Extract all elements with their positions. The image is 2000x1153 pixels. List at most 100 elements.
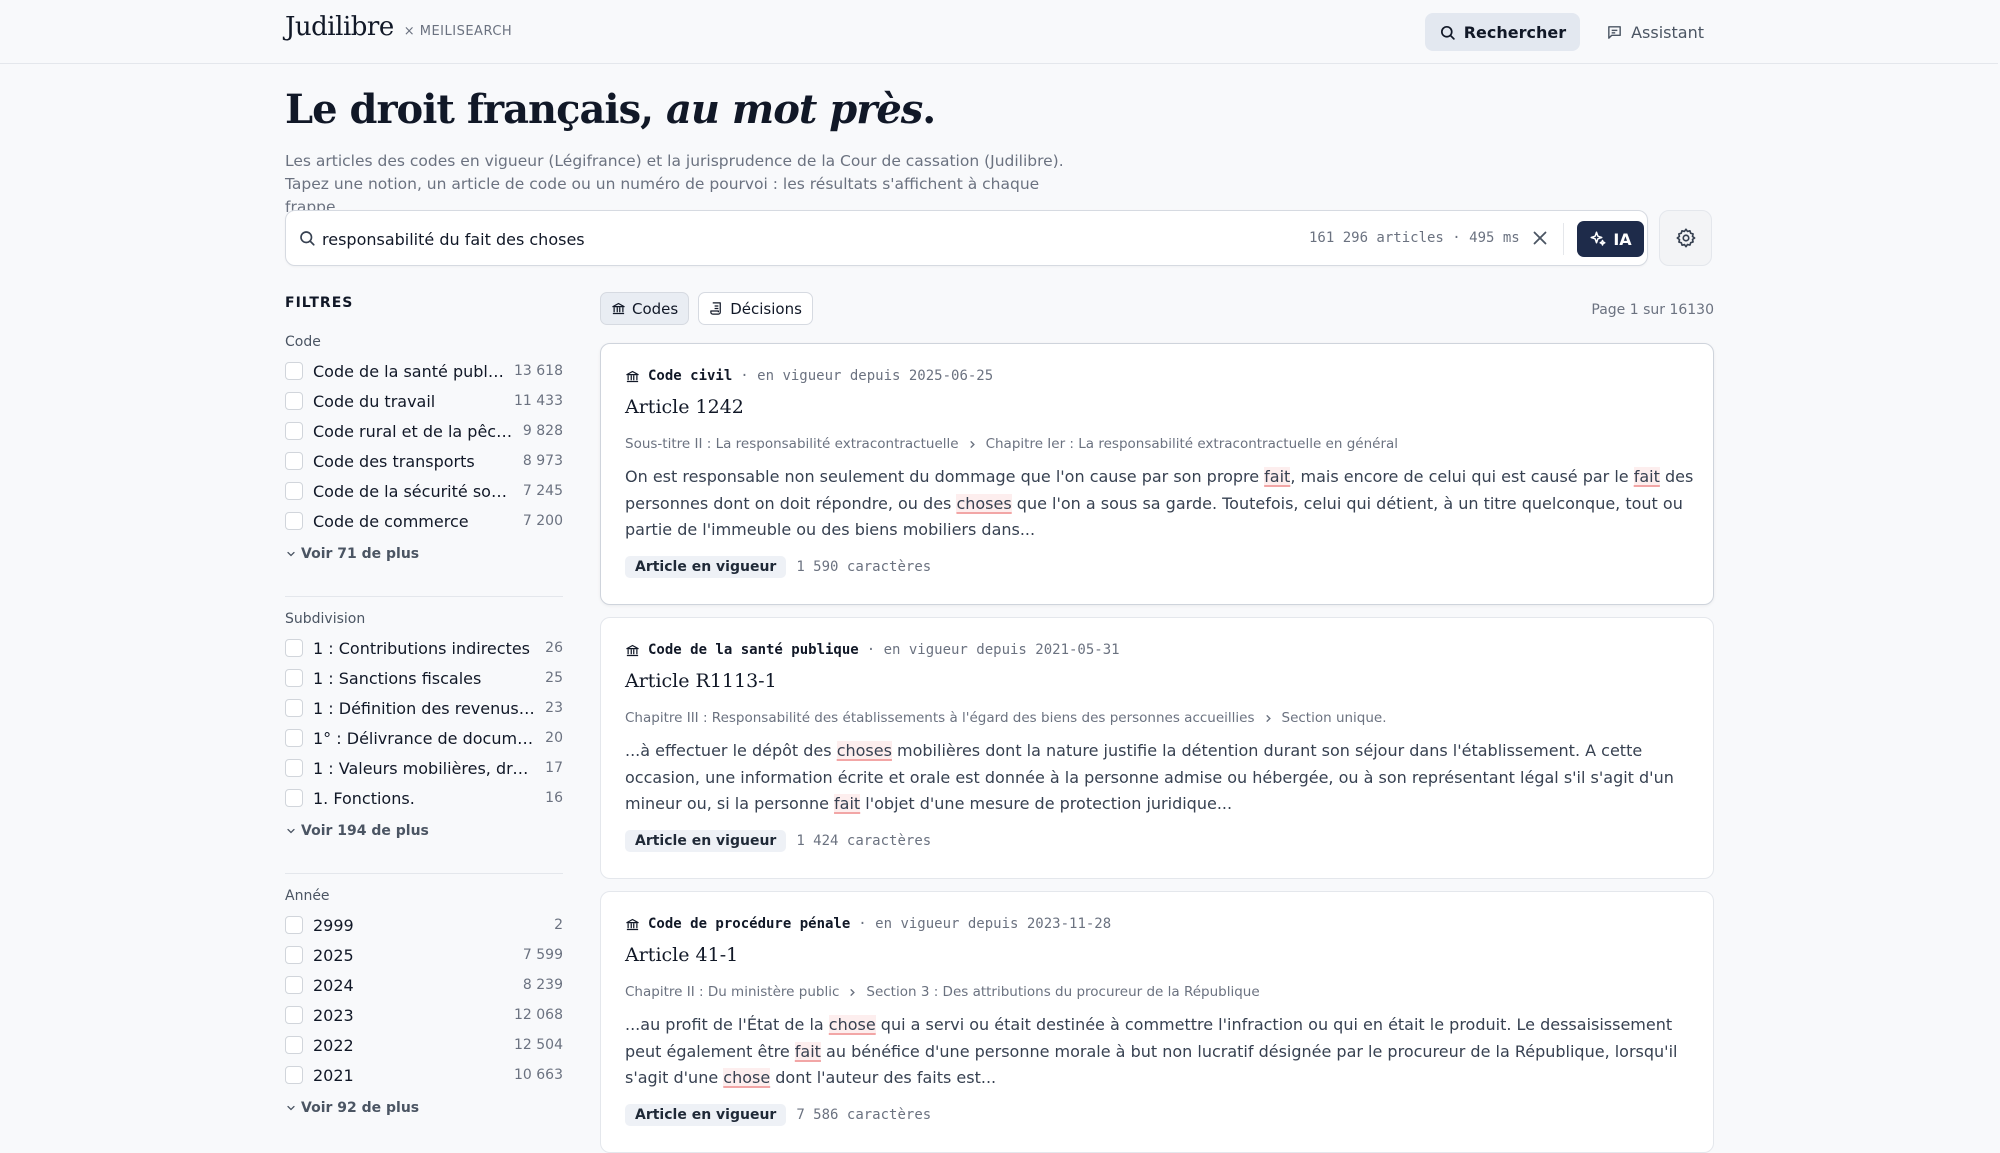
divider bbox=[285, 873, 563, 874]
search-highlight: fait bbox=[1264, 467, 1291, 486]
char-count: 1 590 caractères bbox=[796, 559, 932, 575]
breadcrumb: Chapitre II : Du ministère public Sectio… bbox=[625, 984, 1260, 1000]
checkbox[interactable] bbox=[285, 1036, 303, 1054]
settings-button[interactable] bbox=[1659, 210, 1712, 266]
search-highlight: choses bbox=[956, 493, 1012, 513]
facet-option[interactable]: Code du travail 11 433 bbox=[285, 386, 563, 416]
facet-option[interactable]: Code des transports 8 973 bbox=[285, 446, 563, 476]
checkbox[interactable] bbox=[285, 759, 303, 777]
search-bar: 161 296 articles · 495 ms IA bbox=[285, 210, 1648, 266]
show-more-button[interactable]: Voir 71 de plus bbox=[285, 546, 563, 562]
facet-option[interactable]: 2025 7 599 bbox=[285, 940, 563, 970]
checkbox[interactable] bbox=[285, 699, 303, 717]
facet-code: Code Code de la santé publique 13 618 Cod… bbox=[285, 334, 563, 562]
tab-codes[interactable]: Codes bbox=[600, 292, 690, 325]
facet-option[interactable]: 2024 8 239 bbox=[285, 970, 563, 1000]
breadcrumb: Sous-titre II : La responsabilité extrac… bbox=[625, 436, 1399, 452]
excerpt-text: l'objet d'une mesure de protection jurid… bbox=[860, 794, 1233, 813]
checkbox[interactable] bbox=[285, 1066, 303, 1084]
char-count: 1 424 caractères bbox=[796, 833, 932, 849]
facet-option[interactable]: Code de la sécurité sociale 7 245 bbox=[285, 476, 563, 506]
facet-option[interactable]: Code de la santé publique 13 618 bbox=[285, 356, 563, 386]
status-badge: Article en vigueur bbox=[625, 830, 787, 852]
result-code: Code civil bbox=[648, 368, 733, 384]
search-input[interactable] bbox=[322, 223, 1222, 255]
checkbox[interactable] bbox=[285, 729, 303, 747]
facet-option[interactable]: 1 : Contributions indirectes 26 bbox=[285, 633, 563, 663]
search-highlight: chose bbox=[723, 1068, 771, 1087]
checkbox[interactable] bbox=[285, 669, 303, 687]
result-status-date: · en vigueur depuis 2023-11-28 bbox=[858, 916, 1112, 932]
bank-icon bbox=[626, 644, 639, 656]
chevron-down-icon bbox=[287, 551, 295, 557]
filters-heading: FILTRES bbox=[285, 295, 354, 311]
checkbox[interactable] bbox=[285, 422, 303, 440]
checkbox[interactable] bbox=[285, 946, 303, 964]
facet-option[interactable]: Code rural et de la pêche ... 9 828 bbox=[285, 416, 563, 446]
facet-title: Subdivision bbox=[285, 611, 366, 627]
checkbox[interactable] bbox=[285, 482, 303, 500]
search-highlight: fait bbox=[1633, 467, 1660, 486]
sparkles-icon bbox=[1590, 231, 1606, 246]
search-highlight: fait bbox=[794, 1041, 821, 1061]
result-meta: Code de procédure pénale · en vigueur de… bbox=[625, 916, 1111, 932]
result-excerpt: ...à effectuer le dépôt des choses mobil… bbox=[625, 738, 1695, 818]
checkbox[interactable] bbox=[285, 362, 303, 380]
facet-subdivision: Subdivision 1 : Contributions indirectes… bbox=[285, 611, 563, 839]
tab-decisions[interactable]: Décisions bbox=[698, 292, 813, 325]
show-more-button[interactable]: Voir 194 de plus bbox=[285, 823, 563, 839]
search-icon bbox=[300, 231, 315, 246]
facet-option[interactable]: 1 : Définition des revenus im... 23 bbox=[285, 693, 563, 723]
nav-search-label: Rechercher bbox=[1463, 22, 1567, 42]
checkbox[interactable] bbox=[285, 976, 303, 994]
facet-option[interactable]: 2022 12 504 bbox=[285, 1030, 563, 1060]
status-badge: Article en vigueur bbox=[625, 556, 787, 578]
brand-name: Judilibre bbox=[285, 12, 394, 42]
excerpt-text: On est responsable non seulement du domm… bbox=[625, 467, 1265, 486]
checkbox[interactable] bbox=[285, 639, 303, 657]
result-card[interactable]: Code civil · en vigueur depuis 2025-06-2… bbox=[600, 343, 1714, 605]
facet-option[interactable]: Code de commerce 7 200 bbox=[285, 506, 563, 536]
search-icon bbox=[1440, 25, 1455, 40]
bank-icon bbox=[612, 302, 625, 315]
checkbox[interactable] bbox=[285, 789, 303, 807]
facet-option[interactable]: 2021 10 663 bbox=[285, 1060, 563, 1090]
facet-option[interactable]: 1 : Sanctions fiscales 25 bbox=[285, 663, 563, 693]
nav-search-button[interactable]: Rechercher bbox=[1424, 13, 1581, 51]
show-more-button[interactable]: Voir 92 de plus bbox=[285, 1100, 563, 1116]
checkbox[interactable] bbox=[285, 1006, 303, 1024]
facet-option[interactable]: 1. Fonctions. 16 bbox=[285, 783, 563, 813]
bank-icon bbox=[626, 918, 639, 930]
excerpt-text: , mais encore de celui qui est causé par… bbox=[1290, 467, 1634, 486]
scroll-icon bbox=[710, 302, 722, 315]
page-title: Le droit français, au mot près. bbox=[285, 86, 936, 133]
result-footer: Article en vigueur 1 590 caractères bbox=[625, 556, 931, 578]
main-nav: Rechercher Assistant bbox=[1424, 13, 1718, 51]
result-title[interactable]: Article 1242 bbox=[625, 396, 744, 418]
result-excerpt: ...au profit de l'État de la chose qui a… bbox=[625, 1012, 1695, 1092]
close-icon[interactable] bbox=[1529, 227, 1551, 249]
excerpt-text: ...à effectuer le dépôt des bbox=[625, 741, 837, 760]
checkbox[interactable] bbox=[285, 392, 303, 410]
chevron-right-icon bbox=[1265, 714, 1271, 722]
facet-option[interactable]: 2999 2 bbox=[285, 910, 563, 940]
facet-option[interactable]: 2023 12 068 bbox=[285, 1000, 563, 1030]
ia-button[interactable]: IA bbox=[1577, 221, 1644, 257]
result-card[interactable]: Code de la santé publique · en vigueur d… bbox=[600, 617, 1714, 879]
search-highlight: choses bbox=[836, 741, 892, 760]
brand[interactable]: Judilibre × MEILISEARCH bbox=[285, 12, 512, 42]
search-highlight: chose bbox=[828, 1015, 876, 1034]
breadcrumb: Chapitre III : Responsabilité des établi… bbox=[625, 710, 1387, 726]
checkbox[interactable] bbox=[285, 452, 303, 470]
result-status-date: · en vigueur depuis 2021-05-31 bbox=[866, 642, 1120, 658]
checkbox[interactable] bbox=[285, 916, 303, 934]
char-count: 7 586 caractères bbox=[796, 1107, 932, 1123]
facet-option[interactable]: 1 : Valeurs mobilières, droits ... 17 bbox=[285, 753, 563, 783]
result-title[interactable]: Article R1113-1 bbox=[625, 670, 777, 692]
checkbox[interactable] bbox=[285, 512, 303, 530]
facet-option[interactable]: 1° : Délivrance de document... 20 bbox=[285, 723, 563, 753]
result-card[interactable]: Code de procédure pénale · en vigueur de… bbox=[600, 891, 1714, 1153]
facet-annee: Année 2999 2 2025 7 599 2024 8 239 2023 12 0… bbox=[285, 888, 563, 1116]
result-title[interactable]: Article 41-1 bbox=[625, 944, 738, 966]
nav-assistant-button[interactable]: Assistant bbox=[1592, 13, 1718, 51]
